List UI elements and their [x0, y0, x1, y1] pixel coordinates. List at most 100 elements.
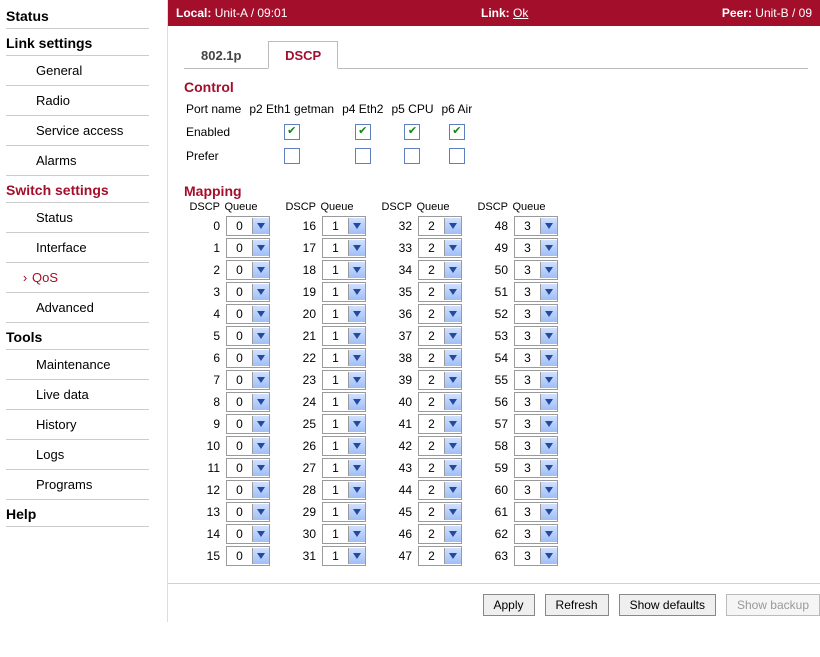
queue-select-57[interactable]: 3	[514, 414, 558, 434]
queue-select-33[interactable]: 2	[418, 238, 462, 258]
queue-select-55[interactable]: 3	[514, 370, 558, 390]
queue-select-6[interactable]: 0	[226, 348, 270, 368]
queue-select-37[interactable]: 2	[418, 326, 462, 346]
show-defaults-button[interactable]: Show defaults	[619, 594, 716, 616]
queue-select-46[interactable]: 2	[418, 524, 462, 544]
sidebar-item-logs[interactable]: Logs	[6, 442, 167, 467]
queue-select-54[interactable]: 3	[514, 348, 558, 368]
chevron-down-icon	[444, 218, 461, 234]
queue-select-20[interactable]: 1	[322, 304, 366, 324]
queue-select-60[interactable]: 3	[514, 480, 558, 500]
queue-select-14[interactable]: 0	[226, 524, 270, 544]
queue-select-1[interactable]: 0	[226, 238, 270, 258]
queue-select-4[interactable]: 0	[226, 304, 270, 324]
prefer-checkbox-2[interactable]	[404, 148, 420, 164]
queue-select-11[interactable]: 0	[226, 458, 270, 478]
queue-select-16[interactable]: 1	[322, 216, 366, 236]
queue-select-62[interactable]: 3	[514, 524, 558, 544]
queue-select-52[interactable]: 3	[514, 304, 558, 324]
queue-select-15[interactable]: 0	[226, 546, 270, 566]
queue-select-23[interactable]: 1	[322, 370, 366, 390]
queue-select-22[interactable]: 1	[322, 348, 366, 368]
queue-select-27[interactable]: 1	[322, 458, 366, 478]
tab-8021p[interactable]: 802.1p	[184, 41, 258, 69]
sidebar-item-programs[interactable]: Programs	[6, 472, 167, 497]
queue-select-59[interactable]: 3	[514, 458, 558, 478]
queue-select-63[interactable]: 3	[514, 546, 558, 566]
queue-select-43[interactable]: 2	[418, 458, 462, 478]
queue-select-35[interactable]: 2	[418, 282, 462, 302]
sidebar-item-radio[interactable]: Radio	[6, 88, 167, 113]
queue-select-29[interactable]: 1	[322, 502, 366, 522]
queue-select-61[interactable]: 3	[514, 502, 558, 522]
chevron-down-icon	[444, 350, 461, 366]
queue-select-38[interactable]: 2	[418, 348, 462, 368]
sb-head-status[interactable]: Status	[6, 4, 167, 26]
queue-select-45[interactable]: 2	[418, 502, 462, 522]
queue-select-7[interactable]: 0	[226, 370, 270, 390]
enabled-checkbox-2[interactable]	[404, 124, 420, 140]
queue-select-44[interactable]: 2	[418, 480, 462, 500]
queue-select-32[interactable]: 2	[418, 216, 462, 236]
queue-select-10[interactable]: 0	[226, 436, 270, 456]
queue-select-31[interactable]: 1	[322, 546, 366, 566]
queue-select-9[interactable]: 0	[226, 414, 270, 434]
queue-select-41[interactable]: 2	[418, 414, 462, 434]
queue-select-21[interactable]: 1	[322, 326, 366, 346]
sidebar-item-advanced[interactable]: Advanced	[6, 295, 167, 320]
refresh-button[interactable]: Refresh	[545, 594, 609, 616]
queue-select-13[interactable]: 0	[226, 502, 270, 522]
queue-select-39[interactable]: 2	[418, 370, 462, 390]
sidebar-item-history[interactable]: History	[6, 412, 167, 437]
queue-select-0[interactable]: 0	[226, 216, 270, 236]
sb-head-switch[interactable]: Switch settings	[6, 178, 167, 200]
prefer-checkbox-1[interactable]	[355, 148, 371, 164]
prefer-checkbox-0[interactable]	[284, 148, 300, 164]
queue-select-34[interactable]: 2	[418, 260, 462, 280]
queue-select-51[interactable]: 3	[514, 282, 558, 302]
queue-select-5[interactable]: 0	[226, 326, 270, 346]
queue-select-12[interactable]: 0	[226, 480, 270, 500]
show-backup-button[interactable]: Show backup	[726, 594, 820, 616]
enabled-checkbox-3[interactable]	[449, 124, 465, 140]
sidebar-item-maintenance[interactable]: Maintenance	[6, 352, 167, 377]
sb-head-help[interactable]: Help	[6, 502, 167, 524]
queue-select-40[interactable]: 2	[418, 392, 462, 412]
sidebar-item-general[interactable]: General	[6, 58, 167, 83]
sb-head-link[interactable]: Link settings	[6, 31, 167, 53]
sidebar-item-interface[interactable]: Interface	[6, 235, 167, 260]
topbar-link[interactable]: Link: Ok	[481, 6, 528, 20]
apply-button[interactable]: Apply	[483, 594, 535, 616]
queue-select-2[interactable]: 0	[226, 260, 270, 280]
queue-select-58[interactable]: 3	[514, 436, 558, 456]
prefer-checkbox-3[interactable]	[449, 148, 465, 164]
queue-select-3[interactable]: 0	[226, 282, 270, 302]
sidebar-item-status[interactable]: Status	[6, 205, 167, 230]
queue-select-53[interactable]: 3	[514, 326, 558, 346]
queue-select-24[interactable]: 1	[322, 392, 366, 412]
tab-dscp[interactable]: DSCP	[268, 41, 338, 69]
sidebar-item-live-data[interactable]: Live data	[6, 382, 167, 407]
enabled-checkbox-0[interactable]	[284, 124, 300, 140]
queue-select-18[interactable]: 1	[322, 260, 366, 280]
queue-select-56[interactable]: 3	[514, 392, 558, 412]
queue-select-50[interactable]: 3	[514, 260, 558, 280]
sb-head-tools[interactable]: Tools	[6, 325, 167, 347]
queue-select-36[interactable]: 2	[418, 304, 462, 324]
dscp-label-24: 24	[280, 395, 322, 409]
sidebar-item-qos[interactable]: ›QoS	[6, 265, 167, 290]
queue-select-48[interactable]: 3	[514, 216, 558, 236]
sidebar-item-alarms[interactable]: Alarms	[6, 148, 167, 173]
enabled-checkbox-1[interactable]	[355, 124, 371, 140]
queue-select-19[interactable]: 1	[322, 282, 366, 302]
sidebar-item-service-access[interactable]: Service access	[6, 118, 167, 143]
queue-select-49[interactable]: 3	[514, 238, 558, 258]
queue-select-8[interactable]: 0	[226, 392, 270, 412]
queue-select-28[interactable]: 1	[322, 480, 366, 500]
queue-select-47[interactable]: 2	[418, 546, 462, 566]
queue-select-26[interactable]: 1	[322, 436, 366, 456]
queue-select-25[interactable]: 1	[322, 414, 366, 434]
queue-select-30[interactable]: 1	[322, 524, 366, 544]
queue-select-42[interactable]: 2	[418, 436, 462, 456]
queue-select-17[interactable]: 1	[322, 238, 366, 258]
